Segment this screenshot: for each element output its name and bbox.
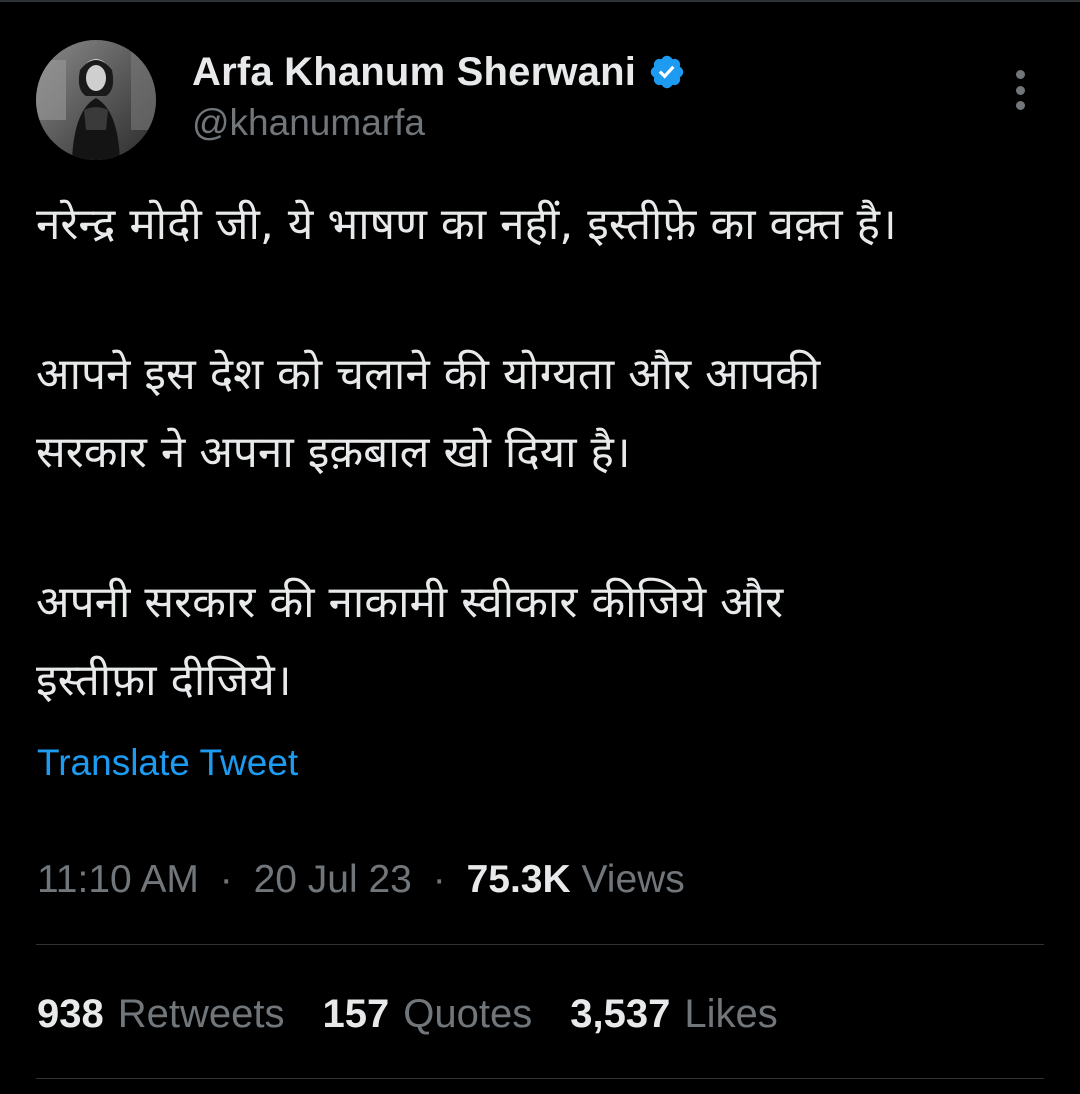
quotes-stat[interactable]: 157 Quotes xyxy=(323,992,533,1037)
more-dot xyxy=(1015,85,1025,95)
avatar-photo xyxy=(36,40,156,160)
divider xyxy=(36,944,1044,945)
tweet-line: आपने इस देश को चलाने की योग्यता और आपकी xyxy=(36,349,821,400)
author-display-name[interactable]: Arfa Khanum Sherwani xyxy=(192,50,636,95)
verified-badge-icon[interactable] xyxy=(648,53,686,91)
tweet-meta: 11:10 AM · 20 Jul 23 · 75.3K Views xyxy=(37,858,685,902)
divider xyxy=(36,1078,1044,1079)
avatar[interactable] xyxy=(36,40,156,160)
translate-tweet-link[interactable]: Translate Tweet xyxy=(37,742,298,784)
likes-label: Likes xyxy=(684,992,778,1036)
more-dot xyxy=(1015,101,1025,110)
retweets-count: 938 xyxy=(37,992,104,1036)
more-dot xyxy=(1015,70,1025,79)
quotes-count: 157 xyxy=(322,992,390,1036)
retweets-stat[interactable]: 938 Retweets xyxy=(37,992,285,1037)
likes-stat[interactable]: 3,537 Likes xyxy=(570,992,778,1037)
retweets-label: Retweets xyxy=(117,992,285,1036)
more-options-icon[interactable] xyxy=(1010,70,1030,110)
views-count: 75.3K xyxy=(466,858,571,901)
quotes-label: Quotes xyxy=(403,992,533,1036)
tweet-time[interactable]: 11:10 AM xyxy=(37,858,199,901)
tweet-text: नरेन्द्र मोदी जी, ये भाषण का नहीं, इस्ती… xyxy=(36,186,1046,720)
tweet-header: Arfa Khanum Sherwani @khanumarfa xyxy=(36,40,1044,160)
meta-separator: · xyxy=(432,858,446,901)
top-divider xyxy=(0,0,1080,2)
likes-count: 3,537 xyxy=(570,992,671,1036)
author-info: Arfa Khanum Sherwani @khanumarfa xyxy=(192,50,686,144)
tweet-date[interactable]: 20 Jul 23 xyxy=(254,858,412,901)
tweet-stats: 938 Retweets 157 Quotes 3,537 Likes xyxy=(37,992,816,1037)
name-row: Arfa Khanum Sherwani xyxy=(192,50,686,94)
tweet-line: सरकार ने अपना इक़बाल खो दिया है। xyxy=(36,427,631,478)
tweet-line: नरेन्द्र मोदी जी, ये भाषण का नहीं, इस्ती… xyxy=(36,199,897,250)
tweet-line: इस्तीफ़ा दीजिये। xyxy=(36,655,292,706)
author-handle[interactable]: @khanumarfa xyxy=(192,102,686,144)
views-label: Views xyxy=(581,858,685,901)
tweet-line: अपनी सरकार की नाकामी स्वीकार कीजिये और xyxy=(36,577,784,628)
meta-separator: · xyxy=(219,858,233,901)
